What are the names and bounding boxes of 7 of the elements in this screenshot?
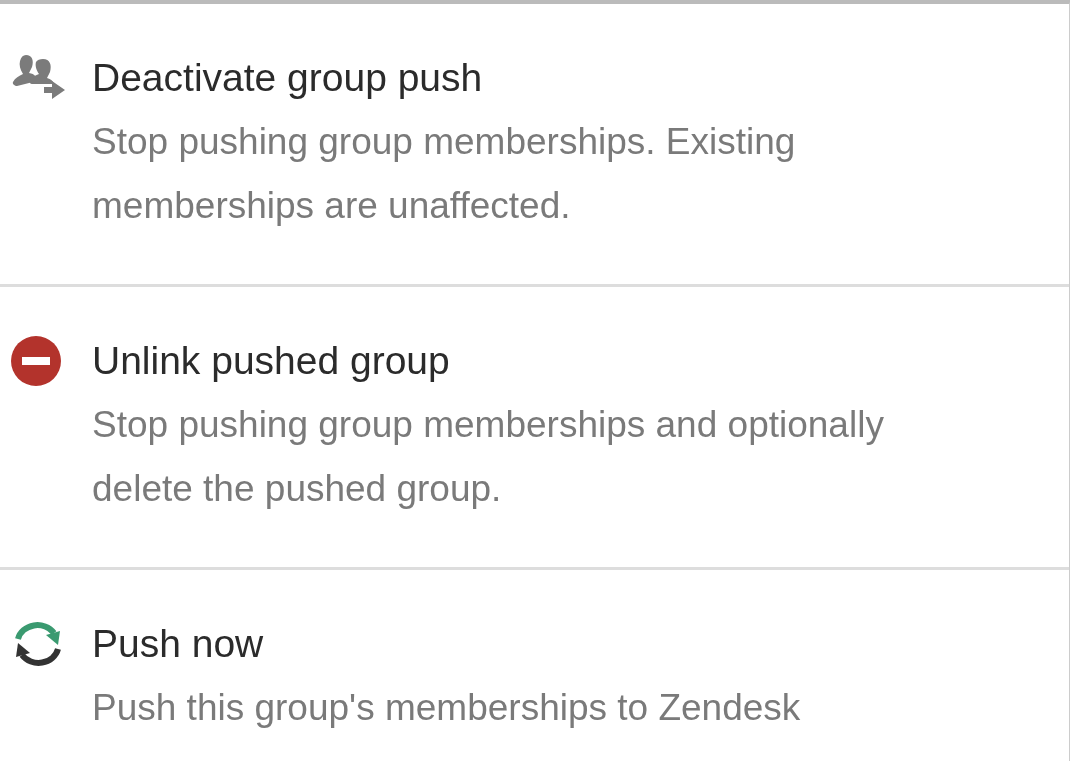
- menu-item-title[interactable]: Unlink pushed group: [92, 331, 992, 391]
- menu-item-description: Stop pushing group memberships. Existing memberships are unaffected.: [92, 120, 797, 228]
- menu-item-title[interactable]: Push now: [92, 614, 992, 674]
- menu-item-title[interactable]: Deactivate group push: [92, 48, 992, 108]
- menu-item-description: Push this group's memberships to Zendesk: [92, 686, 802, 730]
- minus-circle-icon: [10, 335, 62, 387]
- menu-item-description: Stop pushing group memberships and optionally delete the pushed group.: [92, 403, 885, 511]
